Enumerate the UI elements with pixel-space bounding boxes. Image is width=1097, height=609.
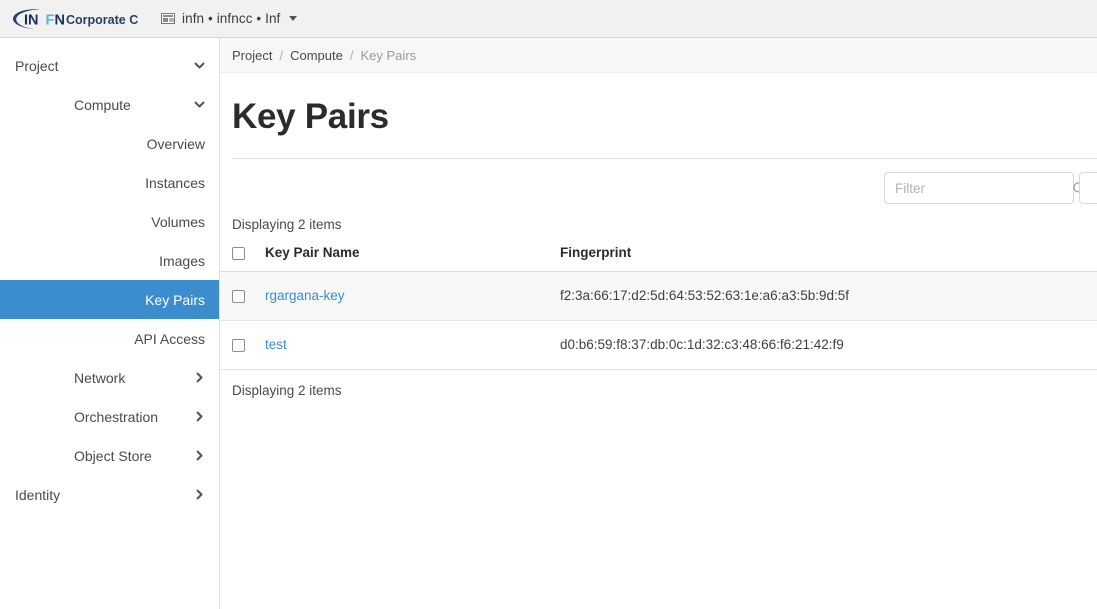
row-checkbox[interactable] <box>232 338 245 352</box>
table-header-row: Key Pair Name Fingerprint <box>220 241 1097 272</box>
sidebar-item-label: API Access <box>134 330 205 347</box>
sidebar-item-orchestration[interactable]: Orchestration <box>0 397 219 436</box>
table-toolbar <box>220 159 1097 217</box>
svg-text:IN: IN <box>24 12 39 28</box>
sidebar-navigation: Project Compute Overview Instances Volum… <box>0 38 220 609</box>
sidebar-item-compute[interactable]: Compute <box>0 85 219 124</box>
caret-down-icon <box>289 16 298 21</box>
table-row[interactable]: test d0:b6:59:f8:37:db:0c:1d:32:c3:48:66… <box>220 320 1097 370</box>
table-row[interactable]: rgargana-key f2:3a:66:17:d2:5d:64:53:52:… <box>220 271 1097 321</box>
filter-search-box[interactable] <box>884 172 1087 204</box>
key-pair-link[interactable]: test <box>265 337 287 352</box>
sidebar-item-label: Orchestration <box>74 408 159 425</box>
sidebar-item-label: Network <box>74 369 126 386</box>
chevron-right-icon <box>192 371 206 384</box>
toolbar-overflow-button[interactable] <box>1079 172 1097 204</box>
cell-key-pair-name: rgargana-key <box>265 271 560 321</box>
key-pair-link[interactable]: rgargana-key <box>265 288 345 303</box>
projects-icon <box>161 13 175 24</box>
sidebar-item-label: Project <box>15 57 59 74</box>
sidebar-item-key-pairs[interactable]: Key Pairs <box>0 280 219 319</box>
cell-fingerprint: f2:3a:66:17:d2:5d:64:53:52:63:1e:a6:a3:5… <box>560 271 1097 321</box>
select-all-header <box>220 241 265 272</box>
column-header-fingerprint[interactable]: Fingerprint <box>560 241 1097 272</box>
chevron-right-icon <box>192 488 206 501</box>
search-input[interactable] <box>895 180 1072 196</box>
breadcrumb-separator: / <box>279 47 284 63</box>
sidebar-item-label: Images <box>159 252 205 269</box>
table-body: rgargana-key f2:3a:66:17:d2:5d:64:53:52:… <box>220 271 1097 370</box>
table-header: Key Pair Name Fingerprint <box>220 241 1097 272</box>
sidebar-item-volumes[interactable]: Volumes <box>0 202 219 241</box>
chevron-down-icon <box>192 98 206 111</box>
sidebar-item-identity[interactable]: Identity <box>0 475 219 514</box>
breadcrumb-item-project[interactable]: Project <box>232 48 272 63</box>
breadcrumb: Project / Compute / Key Pairs <box>220 38 1097 73</box>
chevron-down-icon <box>192 59 206 72</box>
body-wrapper: Project Compute Overview Instances Volum… <box>0 38 1097 609</box>
chevron-right-icon <box>192 410 206 423</box>
context-label: infn • infncc • Inf <box>182 11 281 26</box>
svg-text:N: N <box>55 12 65 28</box>
sidebar-item-overview[interactable]: Overview <box>0 124 219 163</box>
project-context-switcher[interactable]: infn • infncc • Inf <box>155 7 303 30</box>
svg-text:Corporate Cloud: Corporate Cloud <box>66 13 138 27</box>
sidebar-item-label: Key Pairs <box>145 291 205 308</box>
main-content: Project / Compute / Key Pairs Key Pairs … <box>220 38 1097 609</box>
chevron-right-icon <box>192 449 206 462</box>
sidebar-item-images[interactable]: Images <box>0 241 219 280</box>
key-pairs-table: Key Pair Name Fingerprint rgargana-key f… <box>220 241 1097 370</box>
top-navbar: IN F N Corporate Cloud infn • infncc • I… <box>0 0 1097 38</box>
column-header-key-pair-name[interactable]: Key Pair Name <box>265 241 560 272</box>
sidebar-item-project[interactable]: Project <box>0 46 219 85</box>
item-count-bottom: Displaying 2 items <box>232 382 342 398</box>
sidebar-item-network[interactable]: Network <box>0 358 219 397</box>
breadcrumb-item-key-pairs: Key Pairs <box>360 47 417 63</box>
breadcrumb-separator: / <box>349 47 354 63</box>
row-select-cell <box>220 271 265 321</box>
sidebar-item-object-store[interactable]: Object Store <box>0 436 219 475</box>
sidebar-item-label: Overview <box>146 135 205 152</box>
item-count-top: Displaying 2 items <box>232 217 342 232</box>
brand-logo[interactable]: IN F N Corporate Cloud <box>0 7 145 31</box>
sidebar-item-instances[interactable]: Instances <box>0 163 219 202</box>
select-all-checkbox[interactable] <box>232 247 245 261</box>
row-select-cell <box>220 320 265 370</box>
sidebar-item-api-access[interactable]: API Access <box>0 319 219 358</box>
row-checkbox[interactable] <box>232 289 245 303</box>
infn-corporate-cloud-logo: IN F N Corporate Cloud <box>13 8 138 29</box>
svg-text:F: F <box>46 12 55 28</box>
cell-key-pair-name: test <box>265 320 560 370</box>
page-title: Key Pairs <box>232 97 389 136</box>
sidebar-item-label: Object Store <box>74 447 152 464</box>
cell-fingerprint: d0:b6:59:f8:37:db:0c:1d:32:c3:48:66:f6:2… <box>560 320 1097 370</box>
breadcrumb-item-compute[interactable]: Compute <box>290 48 343 63</box>
sidebar-item-label: Volumes <box>151 213 205 230</box>
sidebar-item-label: Instances <box>145 174 205 191</box>
sidebar-item-label: Identity <box>15 486 61 503</box>
sidebar-item-label: Compute <box>74 96 131 113</box>
